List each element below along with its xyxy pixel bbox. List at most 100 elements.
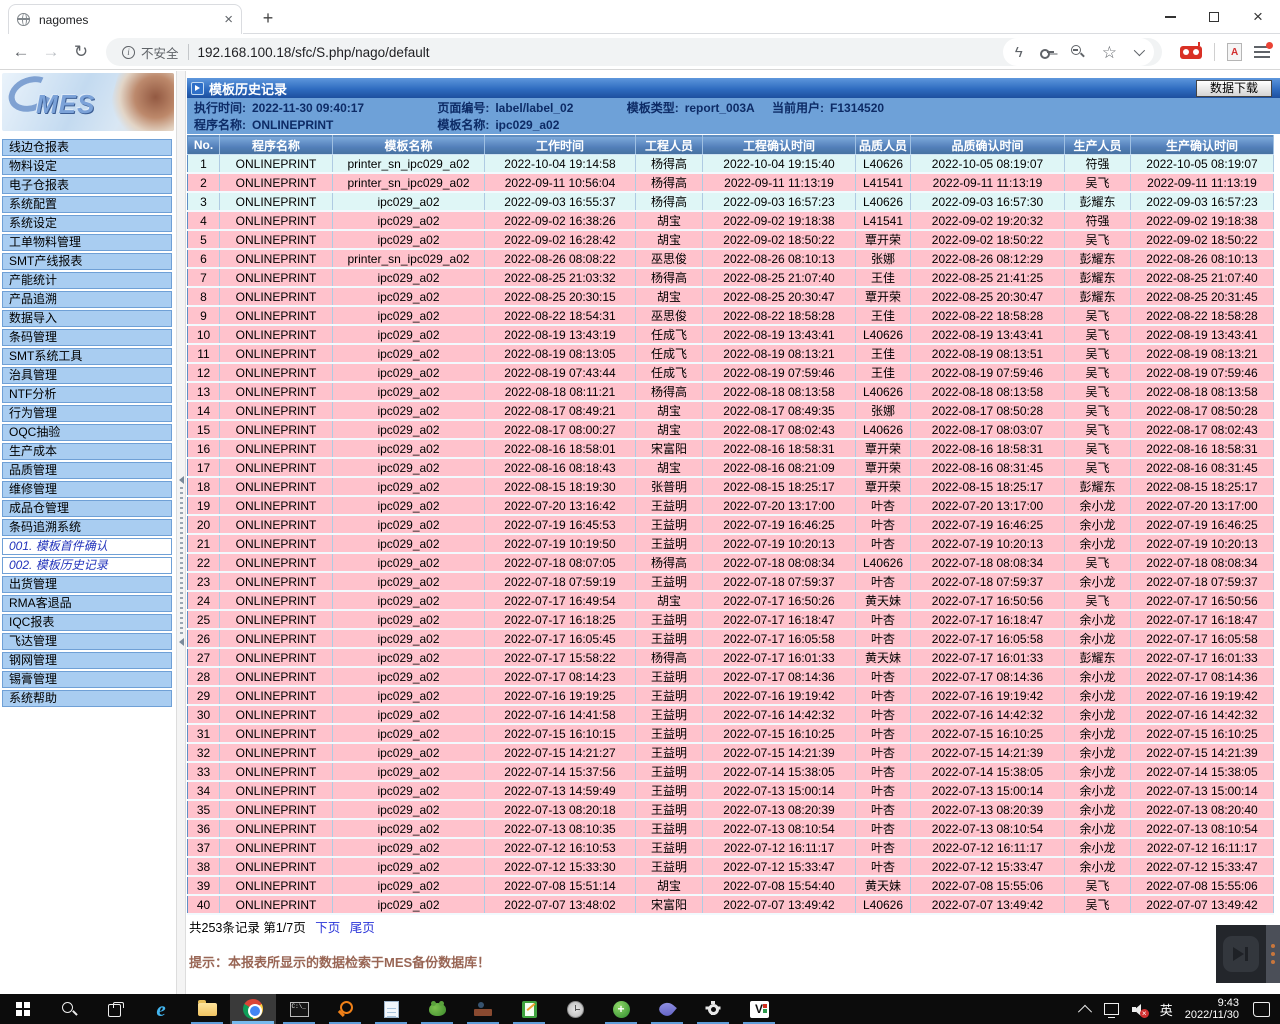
- sidebar-item[interactable]: NTF分析: [2, 386, 172, 403]
- sidebar-item[interactable]: 出货管理: [2, 576, 172, 593]
- sidebar-item[interactable]: 行为管理: [2, 405, 172, 422]
- cell-template[interactable]: ipc029_a02: [333, 477, 485, 496]
- cell-template[interactable]: ipc029_a02: [333, 382, 485, 401]
- taskbar-internet-explorer-icon[interactable]: e: [138, 994, 184, 1024]
- next-page-link[interactable]: 下页: [315, 921, 340, 935]
- sidebar-item[interactable]: 线边仓报表: [2, 139, 172, 156]
- close-button[interactable]: ×: [1236, 0, 1280, 33]
- cell-template[interactable]: ipc029_a02: [333, 420, 485, 439]
- notification-center-icon[interactable]: [1253, 1002, 1270, 1017]
- cell-template[interactable]: ipc029_a02: [333, 800, 485, 819]
- maximize-button[interactable]: [1192, 0, 1236, 33]
- star-icon[interactable]: ☆: [1102, 44, 1117, 61]
- cell-template[interactable]: ipc029_a02: [333, 762, 485, 781]
- sidebar-item[interactable]: 产品追溯: [2, 291, 172, 308]
- sidebar-item[interactable]: 条码追溯系统: [2, 519, 172, 536]
- sidebar-splitter[interactable]: [176, 71, 186, 994]
- splitter-handle[interactable]: [178, 476, 184, 646]
- taskbar-clock[interactable]: 9:43 2022/11/30: [1185, 997, 1239, 1022]
- cell-template[interactable]: ipc029_a02: [333, 667, 485, 686]
- tray-chevron-icon[interactable]: [1078, 1005, 1092, 1019]
- sidebar-item[interactable]: 维修管理: [2, 481, 172, 498]
- volume-muted-icon[interactable]: [1132, 1003, 1148, 1016]
- sidebar-item[interactable]: 钢网管理: [2, 652, 172, 669]
- cell-template[interactable]: printer_sn_ipc029_a02: [333, 155, 485, 174]
- cell-template[interactable]: ipc029_a02: [333, 439, 485, 458]
- video-popup[interactable]: [1216, 925, 1280, 983]
- key-icon[interactable]: [1040, 49, 1054, 55]
- taskbar-vnc-viewer-icon[interactable]: V: [736, 994, 782, 1024]
- taskbar-settings-gear-icon[interactable]: [690, 994, 736, 1024]
- cell-template[interactable]: ipc029_a02: [333, 496, 485, 515]
- sidebar-item[interactable]: IQC报表: [2, 614, 172, 631]
- cell-template[interactable]: ipc029_a02: [333, 515, 485, 534]
- cell-template[interactable]: ipc029_a02: [333, 819, 485, 838]
- sidebar-item[interactable]: RMA客退品: [2, 595, 172, 612]
- cell-template[interactable]: ipc029_a02: [333, 211, 485, 230]
- cell-template[interactable]: ipc029_a02: [333, 648, 485, 667]
- play-next-icon[interactable]: [1223, 936, 1259, 972]
- sidebar-item[interactable]: 系统配置: [2, 196, 172, 213]
- ime-indicator[interactable]: 英: [1160, 1000, 1173, 1019]
- cell-template[interactable]: ipc029_a02: [333, 686, 485, 705]
- sidebar-subitem[interactable]: 001. 模板首件确认: [2, 538, 172, 555]
- chevron-down-icon[interactable]: [1134, 45, 1145, 56]
- taskbar-notebook-app-icon[interactable]: [506, 994, 552, 1024]
- taskbar-dolphin-app-icon[interactable]: [644, 994, 690, 1024]
- cell-template[interactable]: ipc029_a02: [333, 363, 485, 382]
- cell-template[interactable]: ipc029_a02: [333, 705, 485, 724]
- cell-template[interactable]: ipc029_a02: [333, 591, 485, 610]
- taskbar-chrome-icon[interactable]: [230, 994, 276, 1024]
- lightning-icon[interactable]: ϟ: [1015, 45, 1023, 60]
- zoom-out-icon[interactable]: [1071, 45, 1085, 59]
- cell-template[interactable]: ipc029_a02: [333, 610, 485, 629]
- sidebar-item[interactable]: 系统设定: [2, 215, 172, 232]
- sidebar-item[interactable]: OQC抽验: [2, 424, 172, 441]
- cell-template[interactable]: ipc029_a02: [333, 838, 485, 857]
- sidebar-item[interactable]: 锡膏管理: [2, 671, 172, 688]
- taskbar-task-view-icon[interactable]: [92, 994, 138, 1024]
- cell-template[interactable]: printer_sn_ipc029_a02: [333, 173, 485, 192]
- info-icon[interactable]: i: [122, 46, 135, 59]
- sidebar-item[interactable]: SMT产线报表: [2, 253, 172, 270]
- taskbar-magnifier-tool-icon[interactable]: [322, 994, 368, 1024]
- sidebar-item[interactable]: 治具管理: [2, 367, 172, 384]
- last-page-link[interactable]: 尾页: [350, 921, 375, 935]
- minimize-button[interactable]: [1148, 0, 1192, 33]
- cell-template[interactable]: ipc029_a02: [333, 401, 485, 420]
- forward-icon[interactable]: →: [36, 42, 66, 62]
- cell-template[interactable]: ipc029_a02: [333, 287, 485, 306]
- sidebar-subitem[interactable]: 002. 模板历史记录: [2, 557, 172, 574]
- cell-template[interactable]: ipc029_a02: [333, 268, 485, 287]
- cell-template[interactable]: ipc029_a02: [333, 230, 485, 249]
- back-icon[interactable]: ←: [6, 42, 36, 62]
- cell-template[interactable]: ipc029_a02: [333, 325, 485, 344]
- cell-template[interactable]: ipc029_a02: [333, 553, 485, 572]
- cell-template[interactable]: ipc029_a02: [333, 629, 485, 648]
- cell-template[interactable]: ipc029_a02: [333, 534, 485, 553]
- menu-icon[interactable]: [1254, 46, 1270, 58]
- new-tab-button[interactable]: +: [256, 7, 280, 31]
- cell-template[interactable]: ipc029_a02: [333, 572, 485, 591]
- sidebar-item[interactable]: 系统帮助: [2, 690, 172, 707]
- taskbar-workstation-app-icon[interactable]: [460, 994, 506, 1024]
- cell-template[interactable]: ipc029_a02: [333, 895, 485, 914]
- tab-close-icon[interactable]: ×: [224, 12, 233, 27]
- cell-template[interactable]: ipc029_a02: [333, 192, 485, 211]
- sidebar-item[interactable]: 条码管理: [2, 329, 172, 346]
- pdf-extension-icon[interactable]: [1227, 43, 1242, 61]
- sidebar-item[interactable]: SMT系统工具: [2, 348, 172, 365]
- refresh-icon[interactable]: ↻: [66, 42, 96, 62]
- taskbar-clock-app-icon[interactable]: [552, 994, 598, 1024]
- cell-template[interactable]: ipc029_a02: [333, 876, 485, 895]
- sidebar-item[interactable]: 产能统计: [2, 272, 172, 289]
- sidebar-item[interactable]: 生产成本: [2, 443, 172, 460]
- recorder-extension-icon[interactable]: [1180, 46, 1202, 59]
- taskbar-toad-icon[interactable]: [414, 994, 460, 1024]
- sidebar-item[interactable]: 成品仓管理: [2, 500, 172, 517]
- taskbar-taskbar-search-icon[interactable]: [46, 994, 92, 1024]
- video-popup-menu[interactable]: [1266, 925, 1280, 983]
- sidebar-item[interactable]: 飞达管理: [2, 633, 172, 650]
- browser-tab[interactable]: nagomes ×: [8, 4, 242, 34]
- cell-template[interactable]: ipc029_a02: [333, 857, 485, 876]
